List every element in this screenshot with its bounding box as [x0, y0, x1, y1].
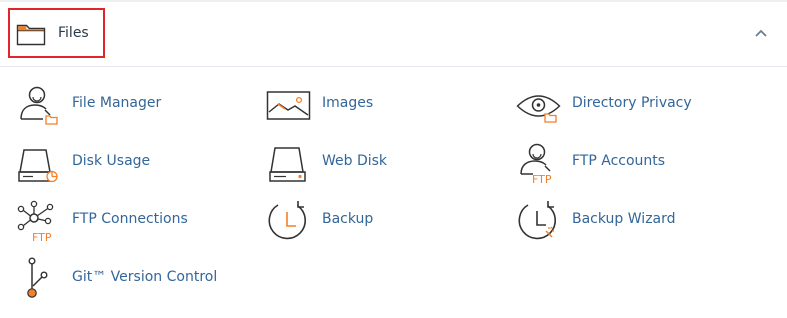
backup-link[interactable]: Backup [266, 198, 506, 242]
web-disk-link[interactable]: Web Disk [266, 140, 506, 184]
section-header[interactable]: Files [0, 2, 787, 67]
ftp-connections-icon: FTP [17, 200, 54, 242]
svg-text:FTP: FTP [32, 231, 52, 242]
backup-wizard-link[interactable]: Backup Wizard [516, 198, 756, 242]
ftp-accounts-icon: FTP [520, 143, 552, 184]
svg-text:FTP: FTP [532, 173, 552, 184]
item-label: Git™ Version Control [72, 269, 218, 285]
item-label: Images [322, 95, 374, 111]
section-title: Files [58, 25, 89, 41]
ftp-accounts-link[interactable]: FTP FTP Accounts [516, 140, 756, 184]
images-icon [266, 91, 311, 120]
backup-wizard-icon [518, 201, 557, 240]
item-label: Directory Privacy [572, 95, 692, 111]
file-manager-icon [20, 86, 58, 125]
item-label: FTP Accounts [572, 153, 666, 169]
ftp-connections-link[interactable]: FTP FTP Connections [16, 198, 256, 242]
item-label: Backup [322, 211, 374, 227]
web-disk-icon [269, 147, 306, 182]
directory-privacy-icon [516, 95, 561, 123]
git-version-control-icon [27, 257, 48, 298]
images-link[interactable]: Images [266, 82, 506, 126]
item-label: FTP Connections [72, 211, 188, 227]
item-label: Disk Usage [72, 153, 151, 169]
disk-usage-link[interactable]: Disk Usage [16, 140, 256, 184]
item-label: Backup Wizard [572, 211, 676, 227]
chevron-up-icon[interactable] [754, 28, 768, 38]
folder-icon [16, 24, 46, 46]
files-panel: Files File Manager Images Directory Priv… [0, 2, 787, 318]
backup-icon [268, 201, 307, 240]
directory-privacy-link[interactable]: Directory Privacy [516, 82, 756, 126]
disk-usage-icon [18, 149, 58, 183]
git-version-control-link[interactable]: Git™ Version Control [16, 256, 256, 300]
file-manager-link[interactable]: File Manager [16, 82, 256, 126]
item-label: File Manager [72, 95, 162, 111]
item-label: Web Disk [322, 153, 388, 169]
